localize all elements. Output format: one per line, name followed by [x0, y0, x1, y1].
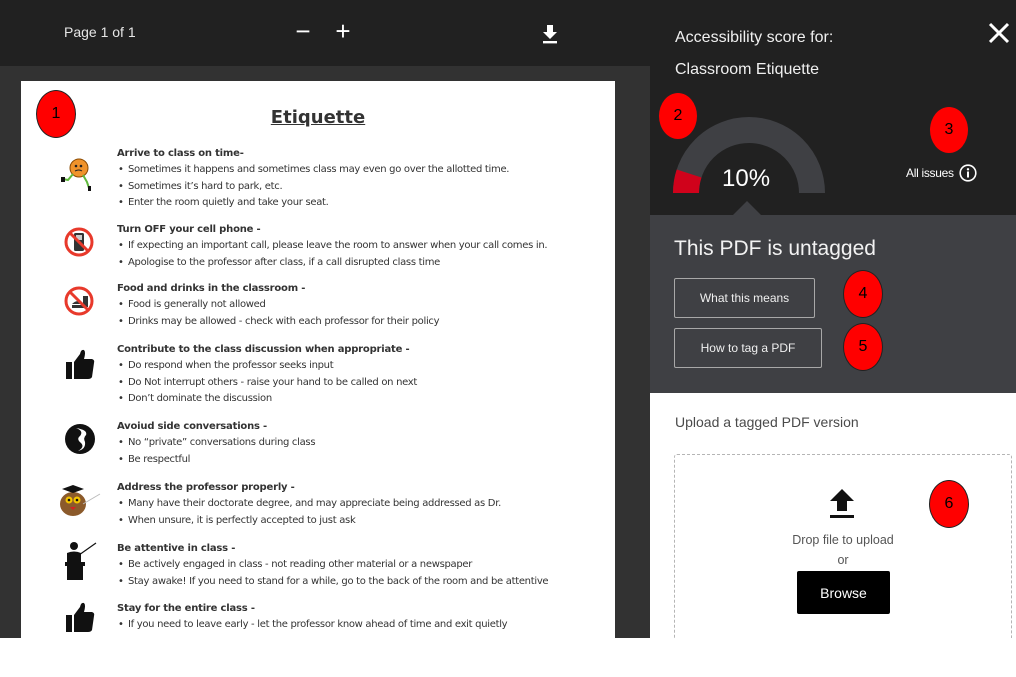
bullet-item: Sometimes it happens and sometimes class… — [117, 162, 509, 179]
download-icon — [543, 25, 557, 44]
owl-professor-icon — [60, 485, 101, 516]
bullet-item: Many have their doctorate degree, and ma… — [117, 496, 501, 513]
document-title: Etiquette — [270, 107, 366, 128]
file-dropzone[interactable]: Drop file to upload or Browse — [674, 454, 1012, 654]
bullet-item: Apologise to the professor after class, … — [117, 255, 547, 272]
bullet-item: Do Not interrupt others - raise your han… — [117, 375, 417, 392]
bullet-item: If you need to leave early - let the pro… — [117, 617, 508, 634]
annotation-marker: 6 — [929, 480, 969, 528]
pdf-page: Etiquette Arrive to class on time- Somet… — [21, 81, 615, 638]
close-icon — [988, 22, 1010, 44]
section-heading: Contribute to the class discussion when … — [117, 344, 410, 355]
annotation-marker: 4 — [843, 270, 883, 318]
thumbs-up-icon — [66, 349, 95, 379]
close-button[interactable] — [986, 20, 1012, 46]
bullet-item: Don’t dominate the discussion — [117, 391, 417, 408]
bullet-item: When unsure, it is perfectly accepted to… — [117, 513, 501, 530]
or-text: or — [837, 553, 849, 567]
bullet-item: No “private” conversations during class — [117, 435, 316, 452]
section-heading: Turn OFF your cell phone - — [117, 224, 261, 235]
thumbs-up-icon — [66, 602, 95, 632]
section-heading: Avoiud side conversations - — [117, 421, 267, 432]
section-heading: Arrive to class on time- — [117, 148, 244, 159]
bullet-list: If expecting an important call, please l… — [117, 238, 548, 272]
bullet-item: Do respond when the professor seeks inpu… — [117, 358, 417, 375]
section-heading: Stay for the entire class - — [117, 603, 255, 614]
download-button[interactable] — [538, 22, 562, 46]
annotation-marker: 1 — [36, 90, 76, 138]
all-issues-link[interactable]: All issues — [906, 164, 977, 182]
browse-button[interactable]: Browse — [797, 571, 890, 614]
bullet-item: If expecting an important call, please l… — [117, 238, 548, 255]
bullet-list: No “private” conversations during class … — [117, 435, 316, 469]
bullet-item: Food is generally not allowed — [117, 297, 439, 314]
bullet-item: Sometimes it’s hard to park, etc. — [117, 179, 509, 196]
running-clock-icon — [61, 158, 91, 191]
what-this-means-button[interactable]: What this means — [674, 278, 815, 318]
status-heading: This PDF is untagged — [674, 237, 876, 260]
score-header: Accessibility score for: Classroom Etiqu… — [650, 0, 1016, 216]
bullet-list: Many have their doctorate degree, and ma… — [117, 496, 501, 529]
gauge-pointer — [732, 201, 762, 216]
info-icon — [959, 164, 977, 182]
drop-text: Drop file to upload — [792, 533, 894, 547]
section-heading: Address the professor properly - — [117, 482, 295, 493]
bullet-item: Be respectful — [117, 452, 315, 469]
annotation-marker: 5 — [843, 323, 883, 371]
pdf-viewer: Page 1 of 1 − + Etiquette Arrive to clas… — [0, 0, 650, 638]
no-phone-icon — [64, 227, 94, 257]
bullet-list: Sometimes it happens and sometimes class… — [117, 162, 509, 212]
how-to-tag-button[interactable]: How to tag a PDF — [674, 328, 822, 368]
bullet-list: If you need to leave early - let the pro… — [117, 617, 508, 634]
teacher-podium-icon — [65, 542, 97, 580]
viewer-toolbar: Page 1 of 1 − + — [0, 0, 650, 66]
all-issues-label: All issues — [906, 166, 954, 180]
bullet-list: Be actively engaged in class - not readi… — [117, 557, 549, 591]
bullet-item: Be actively engaged in class - not readi… — [117, 557, 548, 574]
zoom-in-button[interactable]: + — [330, 16, 356, 46]
section-heading: Be attentive in class - — [117, 543, 236, 554]
score-value: 10% — [722, 165, 771, 192]
tag-status-section: This PDF is untagged What this means How… — [650, 215, 1016, 393]
bullet-item: Drinks may be allowed - check with each … — [117, 314, 440, 331]
panel-title: Accessibility score for: — [675, 29, 834, 46]
no-food-icon — [64, 286, 94, 316]
page-indicator: Page 1 of 1 — [64, 24, 136, 40]
conversation-faces-icon — [65, 424, 95, 454]
annotation-marker: 3 — [929, 106, 969, 154]
bullet-list: Food is generally not allowed Drinks may… — [117, 297, 440, 331]
document-name: Classroom Etiquette — [675, 61, 820, 78]
bullet-item: Enter the room quietly and take your sea… — [117, 195, 509, 212]
upload-icon — [830, 489, 854, 518]
gauge-fill — [673, 169, 702, 194]
accessibility-panel: Accessibility score for: Classroom Etiqu… — [650, 0, 1016, 654]
zoom-out-button[interactable]: − — [290, 16, 316, 46]
bullet-list: Do respond when the professor seeks inpu… — [117, 358, 417, 408]
page-background — [0, 638, 1016, 677]
bullet-item: Stay awake! If you need to stand for a w… — [117, 574, 549, 591]
annotation-marker: 2 — [658, 92, 698, 140]
section-heading: Food and drinks in the classroom - — [117, 283, 306, 294]
upload-heading: Upload a tagged PDF version — [675, 414, 859, 430]
